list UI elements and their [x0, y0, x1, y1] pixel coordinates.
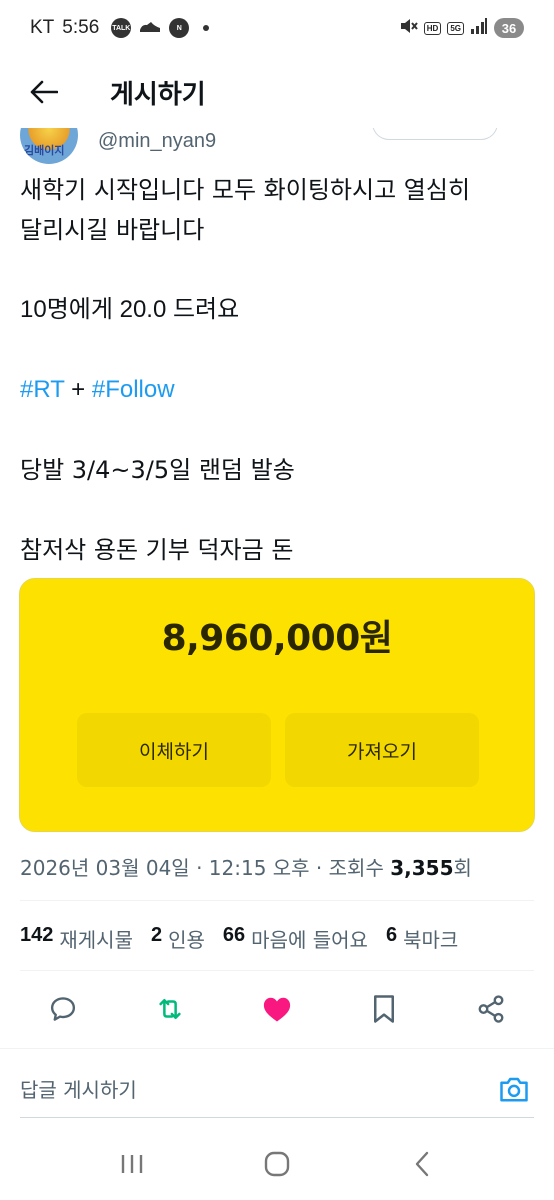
retweet-button[interactable]	[148, 987, 192, 1031]
share-icon	[478, 995, 504, 1023]
talk-icon: TALK	[111, 18, 132, 38]
tweet-line: 새학기 시작입니다 모두 화이팅하시고 열심히	[20, 176, 471, 204]
arrow-left-icon	[30, 80, 58, 104]
battery-icon: 36	[494, 18, 524, 38]
camera-icon	[500, 1077, 528, 1101]
stat-quotes[interactable]: 2 인용	[151, 924, 205, 953]
view-count-suffix: 회	[453, 856, 472, 880]
balance-amount: 8,960,000원	[161, 618, 393, 659]
signal-icon	[470, 17, 488, 39]
stat-number: 6	[385, 924, 398, 946]
recent-apps-icon	[122, 1155, 143, 1173]
divider	[20, 970, 534, 971]
mute-icon	[398, 16, 418, 41]
network-type-icon: 5G	[447, 21, 464, 35]
transfer-button: 이체하기	[77, 713, 271, 787]
author-handle[interactable]: @min_nyan9	[98, 130, 216, 153]
stat-number: 142	[20, 924, 54, 946]
reply-underline	[20, 1117, 534, 1118]
action-bar	[0, 980, 554, 1038]
tweet-body: 새학기 시작입니다 모두 화이팅하시고 열심히 달리시길 바랍니다 10명에게 …	[20, 170, 534, 570]
status-notification-icons: TALK N	[111, 17, 210, 39]
tweet-line: 10명에게 20.0 드려요	[20, 296, 240, 323]
reply-input[interactable]: 답글 게시하기	[20, 1074, 137, 1103]
top-app-bar: 게시하기	[0, 56, 554, 128]
back-button[interactable]	[22, 70, 66, 114]
tweet-meta: 2026년 03월 04일 · 12:15 오후 · 조회수 3,355회	[20, 852, 534, 881]
home-icon	[264, 1151, 290, 1177]
fetch-button: 가져오기	[285, 713, 479, 787]
bookmark-icon	[373, 995, 394, 1023]
reply-icon	[51, 997, 76, 1021]
camera-button[interactable]	[494, 1069, 534, 1109]
stat-label: 인용	[168, 928, 205, 952]
status-time: 5:56	[62, 17, 100, 38]
more-notifications-dot	[203, 25, 210, 31]
shoe-icon	[139, 17, 161, 39]
home-button[interactable]	[247, 1134, 307, 1194]
avatar-caption: 김배이지	[24, 144, 65, 157]
stat-label: 마음에 들어요	[251, 928, 368, 952]
divider	[20, 900, 534, 901]
tweet-datetime: 2026년 03월 04일 · 12:15 오후 · 조회수	[20, 856, 391, 880]
status-bar: KT 5:56 TALK N HD 5G 36	[0, 0, 554, 56]
reply-composer[interactable]: 답글 게시하기	[0, 1048, 554, 1128]
back-nav-button[interactable]	[392, 1134, 452, 1194]
stat-number: 2	[150, 924, 163, 946]
stat-bookmarks[interactable]: 6 북마크	[386, 924, 458, 953]
tweet-hashtag-line: #RT + #Follow	[20, 370, 534, 410]
stat-label: 재게시물	[59, 928, 133, 952]
heart-icon	[263, 997, 291, 1022]
hashtag-follow[interactable]: #Follow	[92, 376, 175, 403]
engagement-stats: 142 재게시물 2 인용 66 마음에 들어요 6 북마크	[20, 924, 534, 953]
stat-reposts[interactable]: 142 재게시물	[20, 924, 133, 953]
attached-image[interactable]: 8,960,000원 이체하기 가져오기	[19, 578, 535, 832]
stat-number: 66	[222, 924, 246, 946]
system-navigation-bar	[0, 1128, 554, 1200]
tweet-line: 달리시길 바랍니다	[20, 216, 205, 244]
chevron-left-icon	[415, 1151, 428, 1177]
page-title: 게시하기	[110, 79, 206, 110]
status-system-icons: HD 5G 36	[398, 16, 524, 41]
naver-icon: N	[169, 18, 190, 38]
share-button[interactable]	[469, 987, 513, 1031]
recent-apps-button[interactable]	[102, 1134, 162, 1194]
tweet-line: 참저삭 용돈 기부 덕자금 돈	[20, 536, 294, 564]
hd-icon: HD	[423, 21, 442, 35]
stat-label: 북마크	[403, 928, 459, 952]
bookmark-button[interactable]	[362, 987, 406, 1031]
stat-likes[interactable]: 66 마음에 들어요	[223, 924, 368, 953]
reply-button[interactable]	[41, 987, 85, 1031]
status-carrier: KT	[30, 17, 55, 38]
hashtag-rt[interactable]: #RT	[20, 376, 64, 403]
retweet-icon	[159, 999, 181, 1019]
hashtag-separator: +	[64, 376, 92, 403]
tweet-line: 당발 3/4~3/5일 랜덤 발송	[20, 456, 295, 484]
like-button[interactable]	[255, 987, 299, 1031]
view-count: 3,355	[390, 856, 454, 880]
